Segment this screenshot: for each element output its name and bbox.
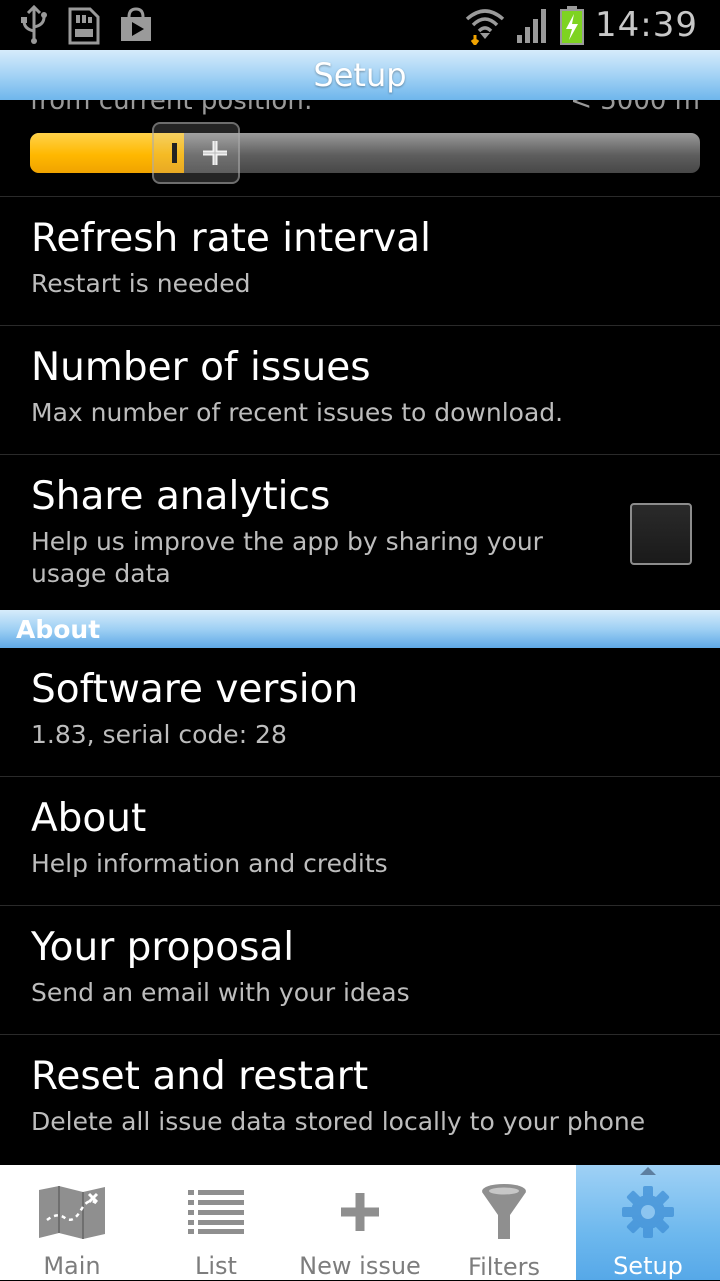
pref-summary: 1.83, serial code: 28	[31, 719, 287, 749]
tab-main[interactable]: Main	[0, 1165, 144, 1280]
active-tab-indicator	[640, 1167, 656, 1175]
section-header-about: About	[0, 610, 720, 648]
tab-label: New issue	[299, 1252, 421, 1280]
settings-list[interactable]: from current position: < 5000 m Refresh …	[0, 100, 720, 1165]
bottom-tab-bar: Main List New issue Filters Setup	[0, 1165, 720, 1281]
tab-label: Filters	[468, 1253, 540, 1281]
list-icon	[188, 1183, 244, 1240]
pref-refresh-rate[interactable]: Refresh rate interval Restart is needed	[0, 197, 720, 326]
play-store-icon	[118, 7, 154, 43]
pref-number-of-issues[interactable]: Number of issues Max number of recent is…	[0, 326, 720, 455]
pref-share-analytics[interactable]: Share analytics Help us improve the app …	[0, 455, 720, 610]
pref-summary: Max number of recent issues to download.	[31, 397, 564, 427]
title-bar: Setup	[0, 50, 720, 100]
usb-icon	[18, 5, 50, 45]
funnel-icon	[480, 1183, 528, 1241]
tab-new-issue[interactable]: New issue	[288, 1165, 432, 1280]
tab-label: Main	[43, 1252, 101, 1280]
battery-charging-icon	[559, 5, 585, 45]
share-analytics-checkbox[interactable]	[630, 503, 692, 565]
pref-software-version[interactable]: Software version 1.83, serial code: 28	[0, 648, 720, 777]
tab-filters[interactable]: Filters	[432, 1165, 576, 1281]
pref-summary: Help us improve the app by sharing your …	[31, 526, 543, 589]
pref-your-proposal[interactable]: Your proposal Send an email with your id…	[0, 906, 720, 1035]
map-icon	[37, 1183, 107, 1240]
pref-summary: Restart is needed	[31, 268, 251, 298]
pref-summary: Delete all issue data stored locally to …	[31, 1106, 646, 1136]
pref-title: Refresh rate interval	[31, 216, 431, 261]
pref-title: About	[31, 796, 147, 841]
distance-slider[interactable]	[30, 133, 700, 173]
wifi-icon	[465, 5, 505, 45]
distance-slider-row: from current position: < 5000 m	[0, 100, 720, 197]
tab-setup[interactable]: Setup	[576, 1165, 720, 1280]
tab-label: List	[195, 1252, 237, 1280]
pref-summary: Help information and credits	[31, 848, 388, 878]
pref-title: Software version	[31, 667, 359, 712]
pref-title: Number of issues	[31, 345, 371, 390]
status-bar: 14:39	[0, 0, 720, 50]
slider-label: from current position:	[30, 100, 313, 116]
pref-about[interactable]: About Help information and credits	[0, 777, 720, 906]
tab-list[interactable]: List	[144, 1165, 288, 1280]
pref-title: Share analytics	[31, 474, 331, 519]
pref-summary: Send an email with your ideas	[31, 977, 410, 1007]
signal-icon	[515, 5, 549, 45]
sd-card-icon	[68, 5, 100, 45]
slider-value: < 5000 m	[570, 100, 700, 116]
pref-reset-and-restart[interactable]: Reset and restart Delete all issue data …	[0, 1035, 720, 1164]
tab-label: Setup	[613, 1252, 683, 1280]
slider-clipped-text: from current position: < 5000 m	[30, 100, 700, 116]
plus-icon	[200, 138, 230, 168]
plus-icon	[339, 1183, 381, 1240]
thumb-grip-icon	[172, 143, 177, 163]
slider-thumb[interactable]	[152, 122, 240, 184]
page-title: Setup	[313, 56, 407, 94]
gear-icon	[620, 1183, 676, 1240]
pref-title: Reset and restart	[31, 1054, 369, 1099]
clock: 14:39	[595, 5, 698, 45]
pref-title: Your proposal	[31, 925, 295, 970]
